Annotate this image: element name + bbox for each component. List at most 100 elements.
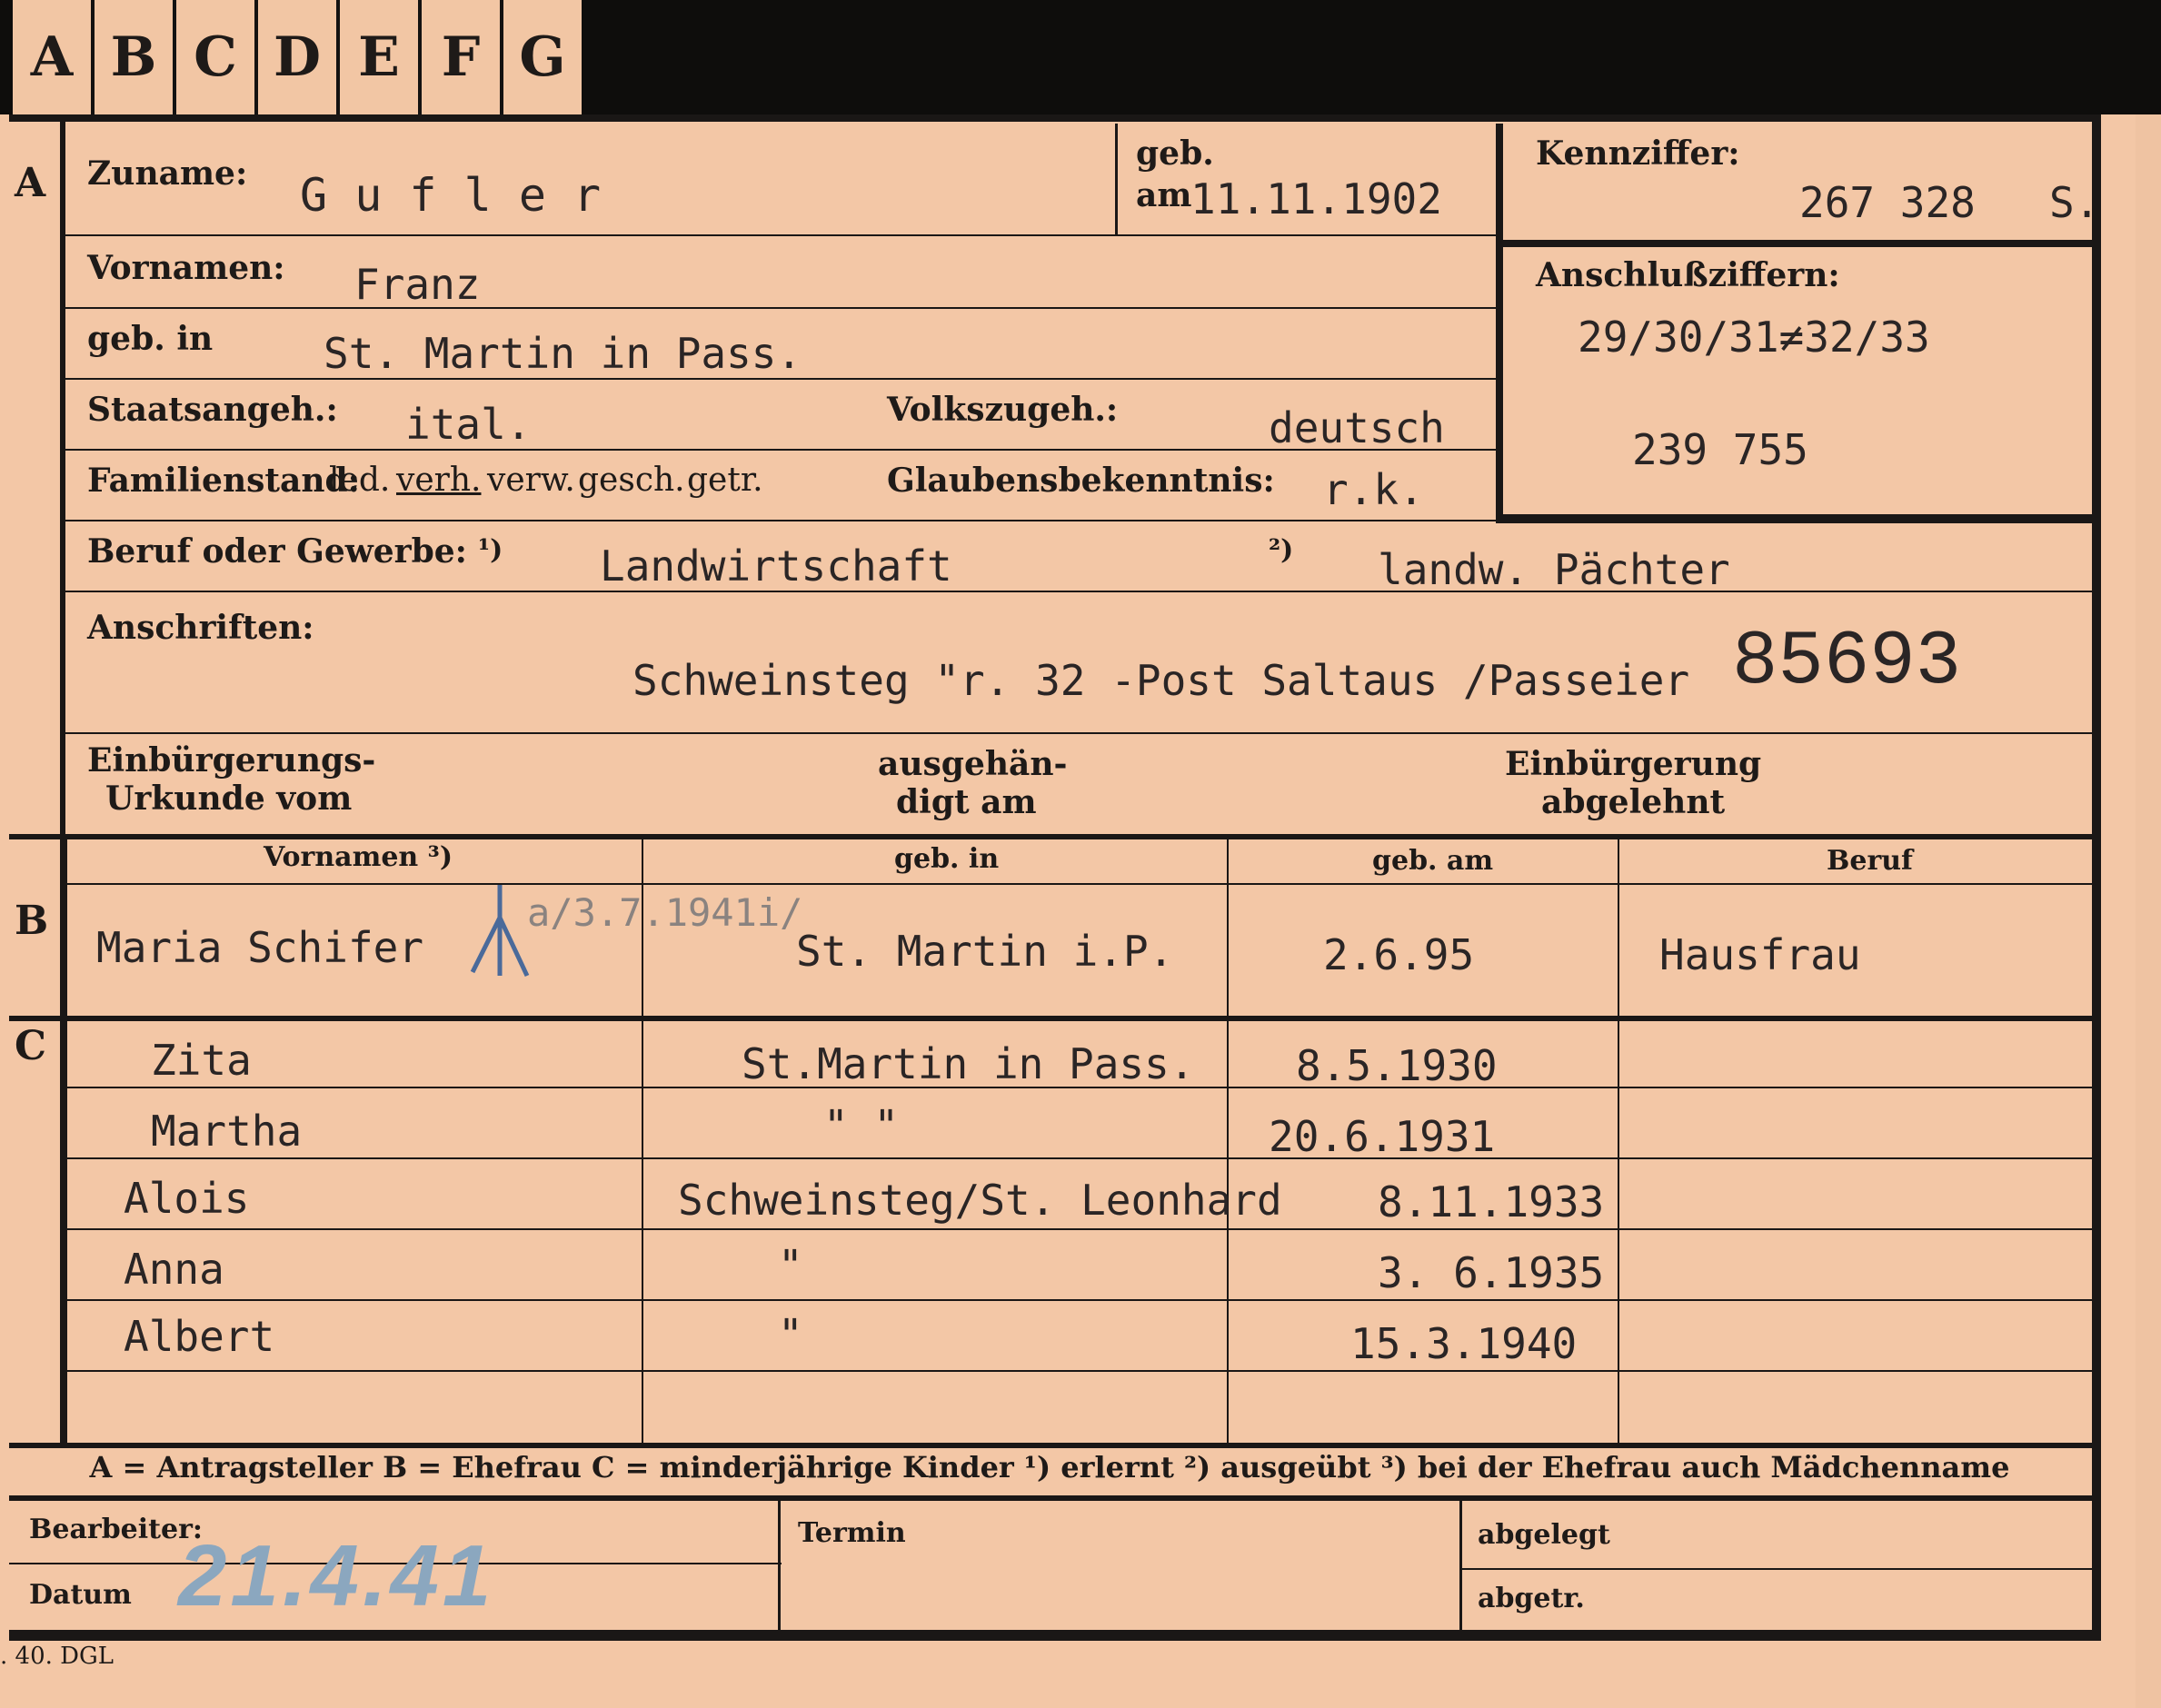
section-a-marker: A xyxy=(15,160,46,206)
child-4-date: 3. 6.1935 xyxy=(1378,1248,1605,1297)
vornamen-value: Franz xyxy=(354,260,481,309)
child-5-name: Albert xyxy=(124,1312,275,1361)
born-date-value: 11.11.1902 xyxy=(1190,174,1442,223)
anschluss-label: Anschlußziffern: xyxy=(1536,256,1840,294)
registration-card: A Zuname: G u f l e r geb. am 11.11.1902… xyxy=(9,114,2101,1641)
header-geb-in: geb. in xyxy=(894,843,1000,875)
rule xyxy=(65,1228,2092,1230)
section-b-marker: B xyxy=(15,898,49,944)
child-5-place: " xyxy=(778,1310,803,1359)
rule xyxy=(65,234,1496,236)
child-2-name: Martha xyxy=(151,1107,303,1156)
section-a-bottom xyxy=(9,834,2099,839)
wife-beruf: Hausfrau xyxy=(1659,930,1861,979)
fs-option-verw: verw. xyxy=(487,462,575,499)
card-bottom-border xyxy=(9,1630,2099,1641)
rule xyxy=(65,1157,2092,1159)
header-rule xyxy=(65,883,2092,885)
glaube-label: Glaubensbekenntnis: xyxy=(887,462,1275,500)
wife-name: Maria Schifer xyxy=(96,923,424,972)
tab-g[interactable]: G xyxy=(503,0,582,114)
kennziffer-value: 267 328 xyxy=(1799,178,1976,227)
form-code: . 40. DGL xyxy=(0,1643,115,1670)
child-1-date: 8.5.1930 xyxy=(1296,1041,1498,1090)
child-1-place: St.Martin in Pass. xyxy=(742,1039,1195,1088)
familienstand-label: Familienstand: xyxy=(87,462,360,500)
col-divider-3 xyxy=(1618,839,1619,1448)
datum-label: Datum xyxy=(29,1579,132,1611)
beruf2-value: landw. Pächter xyxy=(1378,545,1730,594)
tab-c[interactable]: C xyxy=(176,0,258,114)
bearbeiter-label: Bearbeiter: xyxy=(29,1514,203,1545)
legend-bottom xyxy=(9,1495,2099,1501)
child-4-name: Anna xyxy=(124,1245,224,1294)
fs-option-gesch: gesch. xyxy=(578,462,685,499)
kenn-box-left xyxy=(1496,124,1503,523)
child-3-name: Alois xyxy=(124,1174,250,1223)
beruf-label: Beruf oder Gewerbe: xyxy=(87,532,467,571)
col-divider-2 xyxy=(1227,839,1229,1448)
big-number: 85693 xyxy=(1732,620,1962,706)
abgelegt-label: abgelegt xyxy=(1478,1519,1610,1551)
note-2: ²) xyxy=(1269,534,1294,566)
footer-divider-2 xyxy=(1459,1501,1462,1637)
kennziffer-suffix: S. xyxy=(2049,178,2100,227)
rule xyxy=(1459,1568,2096,1570)
tab-d[interactable]: D xyxy=(258,0,340,114)
tab-f[interactable]: F xyxy=(422,0,503,114)
staat-value: ital. xyxy=(405,400,532,449)
child-1-name: Zita xyxy=(151,1036,252,1085)
einb-urkunde-2: Urkunde vom xyxy=(105,780,353,818)
surname-label: Zuname: xyxy=(87,154,248,193)
einb-abgelehnt-1: Einbürgerung xyxy=(1505,745,1762,783)
vornamen-label: Vornamen: xyxy=(87,249,285,287)
wife-annotation: a/3.7.1941i/ xyxy=(527,890,803,935)
kenn-box-bottom xyxy=(1496,514,2096,523)
born-label: geb. xyxy=(1136,134,1214,173)
rule xyxy=(65,378,1496,380)
card-edge xyxy=(2136,114,2161,1708)
fs-option-led: led. xyxy=(329,462,391,499)
glaube-value: r.k. xyxy=(1323,465,1424,514)
wife-date: 2.6.95 xyxy=(1323,930,1475,979)
ausgehaend-1: ausgehän- xyxy=(878,745,1068,783)
tab-a[interactable]: A xyxy=(13,0,95,114)
volk-value: deutsch xyxy=(1269,403,1445,452)
handwritten-mark xyxy=(470,885,530,978)
header-geb-am: geb. am xyxy=(1372,845,1494,877)
surname-value: G u f l e r xyxy=(300,169,602,222)
kenn-box-mid xyxy=(1496,240,2096,247)
card-top-border xyxy=(9,114,2099,122)
beruf1-value: Landwirtschaft xyxy=(600,541,952,591)
child-3-place: Schweinsteg/St. Leonhard xyxy=(678,1176,1282,1225)
fs-option-getr: getr. xyxy=(687,462,763,499)
volk-label: Volkszugeh.: xyxy=(887,391,1119,429)
note-1: ¹) xyxy=(478,534,503,566)
section-c-marker: C xyxy=(15,1023,47,1069)
footer-divider-1 xyxy=(778,1501,781,1637)
geb-in-label: geb. in xyxy=(87,320,214,358)
kennziffer-label: Kennziffer: xyxy=(1536,134,1740,173)
tab-e[interactable]: E xyxy=(340,0,422,114)
rule xyxy=(65,591,2092,592)
abgetr-label: abgetr. xyxy=(1478,1583,1585,1614)
staat-label: Staatsangeh.: xyxy=(87,391,338,429)
ausgehaend-2: digt am xyxy=(896,783,1037,821)
section-c-bottom xyxy=(9,1443,2099,1448)
einb-urkunde-1: Einbürgerungs- xyxy=(87,741,376,780)
card-right-border xyxy=(2092,114,2101,1641)
legend: A = Antragsteller B = Ehefrau C = minder… xyxy=(89,1450,2010,1485)
child-2-date: 20.6.1931 xyxy=(1269,1112,1496,1161)
anschluss-value-1: 29/30/31≠32/33 xyxy=(1578,313,1930,362)
anschluss-value-2: 239 755 xyxy=(1632,425,1808,474)
child-4-place: " xyxy=(778,1241,803,1290)
termin-label: Termin xyxy=(798,1517,906,1549)
header-vornamen: Vornamen ³) xyxy=(264,841,453,873)
child-5-date: 15.3.1940 xyxy=(1350,1319,1578,1368)
section-column-divider-lower xyxy=(62,834,67,1448)
rule xyxy=(65,732,2092,734)
section-b-bottom xyxy=(9,1016,2099,1021)
wife-place: St. Martin i.P. xyxy=(796,927,1174,976)
register-tabs: A B C D E F G xyxy=(13,0,585,114)
tab-b[interactable]: B xyxy=(95,0,176,114)
